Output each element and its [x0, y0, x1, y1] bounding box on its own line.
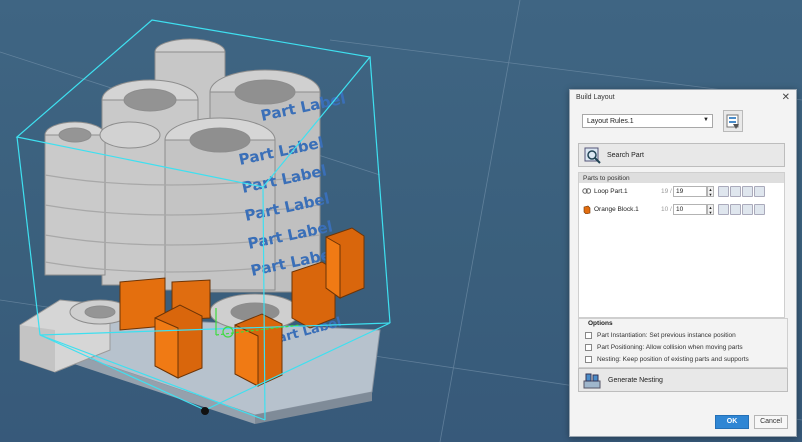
orange-block-icon	[583, 205, 591, 214]
parts-to-position-list: Parts to position Loop Part.1 19 / 19 ▲ ▼…	[578, 172, 785, 318]
part-row-orange-block[interactable]: Orange Block.1 10 / 10 ▲ ▼	[579, 203, 784, 217]
layout-rules-value: Layout Rules.1	[587, 118, 634, 125]
cancel-button[interactable]: Cancel	[754, 415, 788, 429]
search-part-button[interactable]: Search Part	[578, 143, 785, 167]
part-name: Orange Block.1	[594, 206, 639, 213]
search-part-icon	[584, 147, 601, 164]
ok-button[interactable]: OK	[715, 415, 749, 429]
checkbox[interactable]	[585, 332, 592, 339]
part-name: Loop Part.1	[594, 188, 628, 195]
loop-part-icon	[582, 188, 591, 194]
part-max: 19 /	[661, 188, 672, 195]
layout-rules-select[interactable]: Layout Rules.1 ▼	[582, 114, 713, 128]
generate-nesting-icon	[583, 373, 601, 389]
quantity-stepper[interactable]: ▲ ▼	[707, 186, 714, 197]
rotate-part-button[interactable]	[742, 204, 753, 215]
duplicate-part-button[interactable]	[730, 204, 741, 215]
part-row-loop[interactable]: Loop Part.1 19 / 19 ▲ ▼	[579, 185, 784, 199]
generate-nesting-button[interactable]: Generate Nesting	[578, 368, 788, 392]
options-group: Options Part Instantiation: Set previous…	[578, 318, 788, 368]
edit-part-button[interactable]	[754, 204, 765, 215]
search-part-label: Search Part	[607, 152, 644, 159]
duplicate-part-button[interactable]	[730, 186, 741, 197]
part-max: 10 /	[661, 206, 672, 213]
layout-rules-icon	[726, 114, 739, 129]
position-part-button[interactable]	[718, 204, 729, 215]
dialog-title: Build Layout	[576, 94, 615, 101]
build-layout-dialog: Build Layout ✕ Layout Rules.1 ▼ Search P…	[569, 89, 797, 437]
layout-rules-button[interactable]	[723, 110, 743, 132]
close-icon[interactable]: ✕	[782, 92, 790, 103]
quantity-stepper[interactable]: ▲ ▼	[707, 204, 714, 215]
edit-part-button[interactable]	[754, 186, 765, 197]
part-quantity-input[interactable]: 10	[673, 204, 707, 215]
generate-nesting-label: Generate Nesting	[608, 377, 663, 384]
checkbox[interactable]	[585, 344, 592, 351]
origin-marker	[201, 407, 209, 415]
position-part-button[interactable]	[718, 186, 729, 197]
parts-to-position-header: Parts to position	[579, 173, 784, 183]
checkbox[interactable]	[585, 356, 592, 363]
rotate-part-button[interactable]	[742, 186, 753, 197]
chevron-down-icon: ▼	[703, 117, 709, 123]
part-quantity-input[interactable]: 19	[673, 186, 707, 197]
options-title: Options	[586, 320, 615, 327]
